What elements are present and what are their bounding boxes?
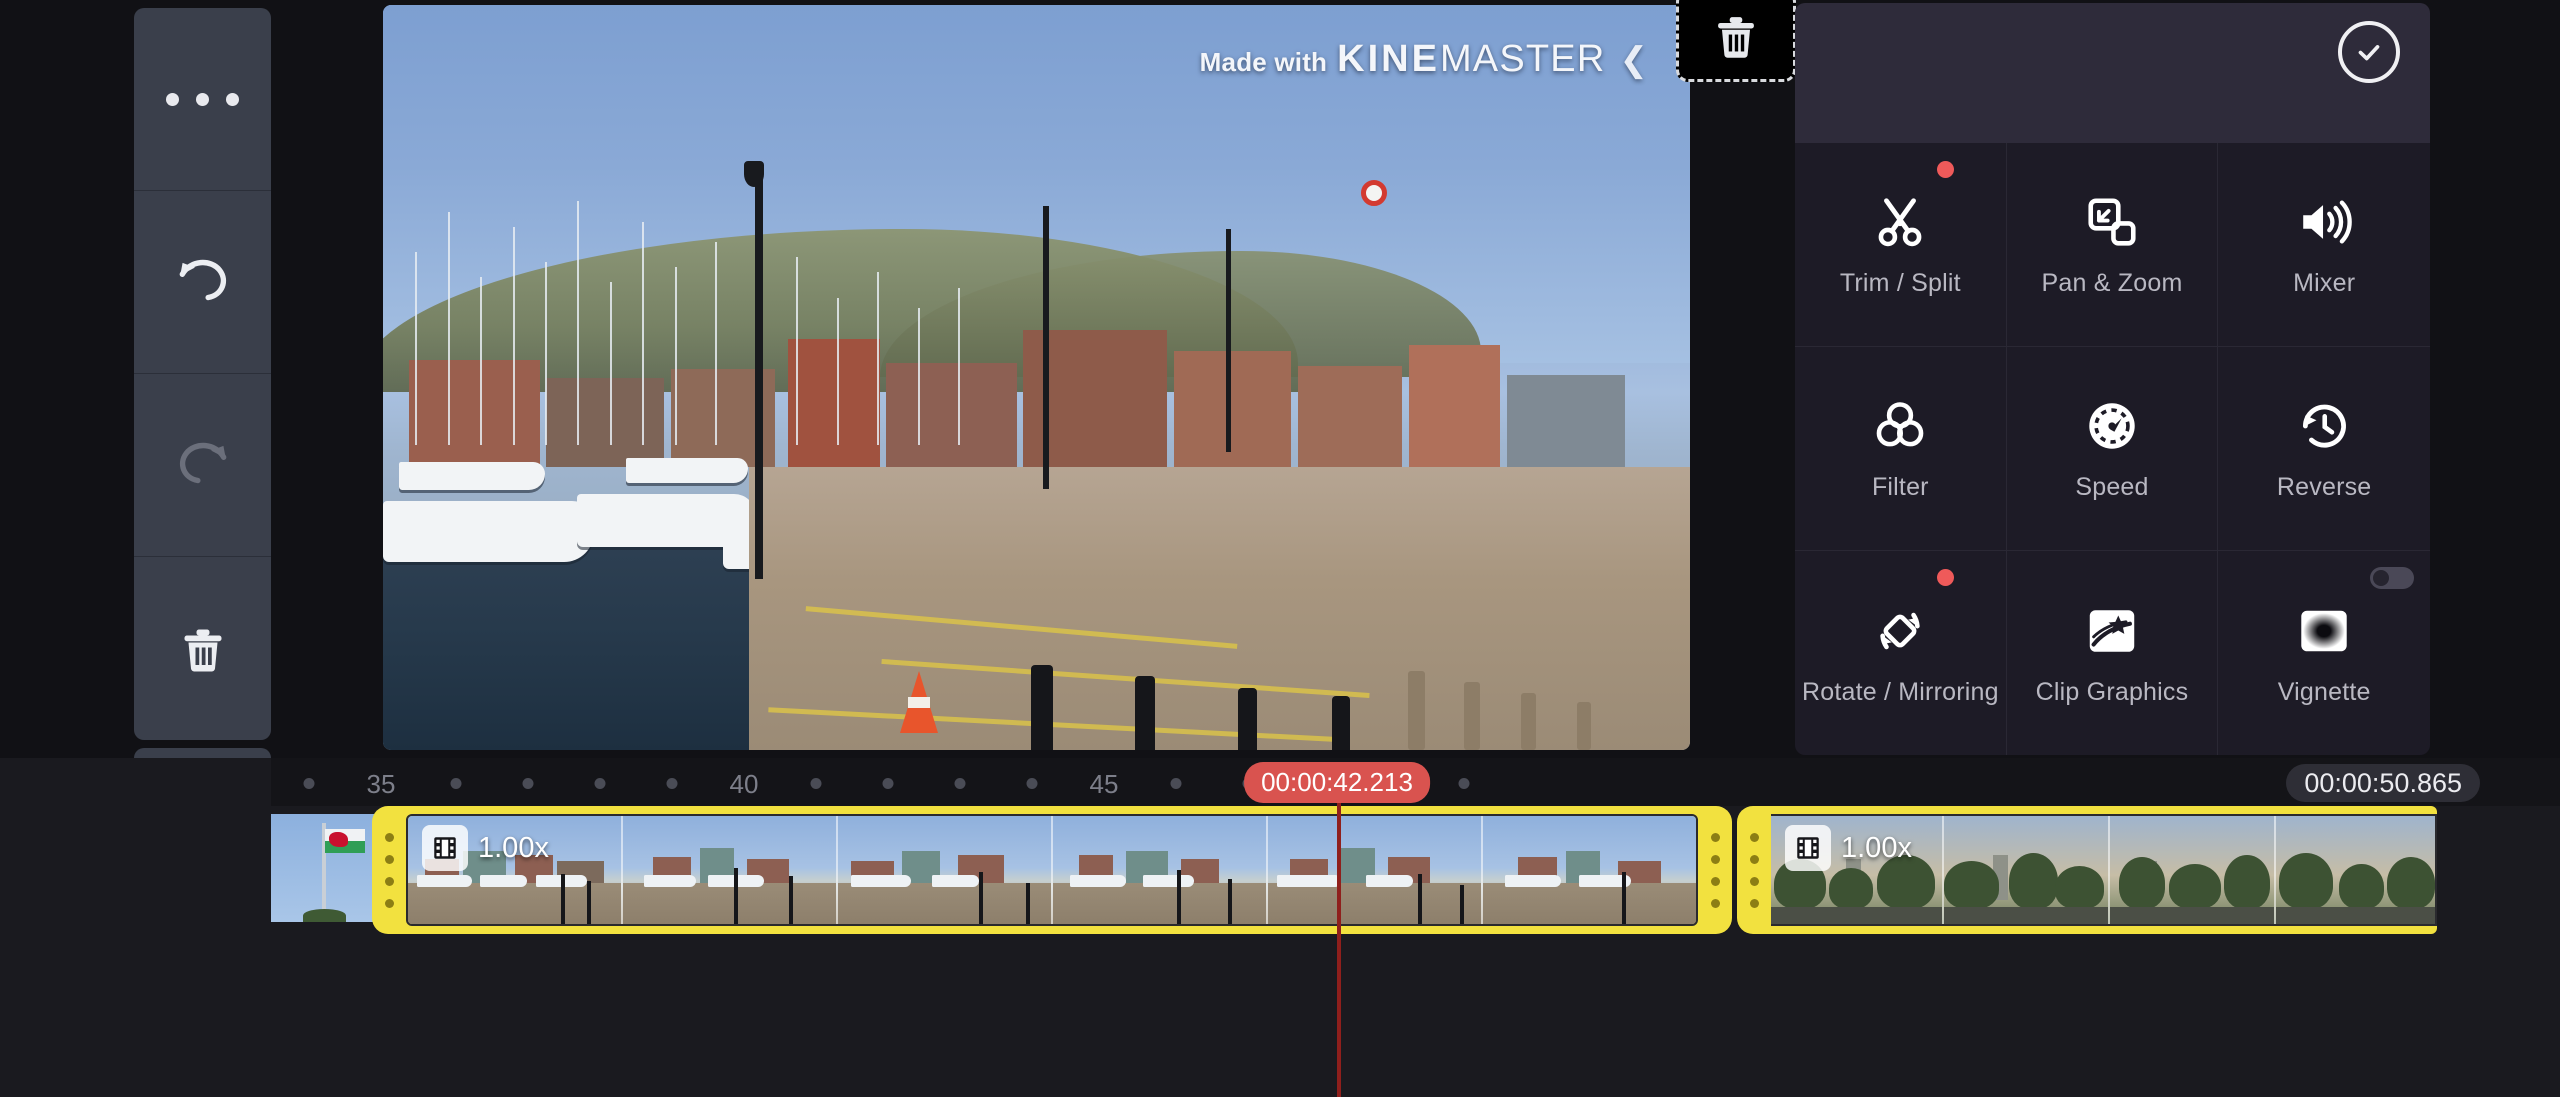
clip-graphics-icon bbox=[2081, 600, 2143, 662]
check-circle-icon bbox=[2358, 45, 2380, 61]
delete-dropzone[interactable] bbox=[1676, 0, 1796, 82]
tool-pan-zoom[interactable]: Pan & Zoom bbox=[2006, 143, 2219, 347]
preview-lamp-post-3 bbox=[1226, 228, 1231, 452]
speaker-icon bbox=[2293, 191, 2355, 253]
tool-label: Trim / Split bbox=[1839, 269, 1961, 297]
vignette-toggle[interactable] bbox=[2370, 567, 2414, 589]
pan-zoom-icon bbox=[2081, 191, 2143, 253]
film-strip-icon bbox=[1785, 825, 1831, 871]
rotate-mirror-icon bbox=[1869, 600, 1931, 662]
scissors-icon bbox=[1869, 191, 1931, 253]
tool-label: Speed bbox=[2075, 473, 2149, 501]
tool-label: Filter bbox=[1871, 473, 1929, 501]
tool-label: Vignette bbox=[2277, 677, 2371, 706]
panel-header bbox=[1795, 3, 2430, 143]
watermark-brand-light: MASTER bbox=[1439, 38, 1606, 80]
list-item[interactable] bbox=[271, 814, 378, 922]
preview-lamp-post-2 bbox=[1043, 206, 1050, 490]
speed-value: 1.00x bbox=[478, 831, 549, 864]
preview-lamp-head bbox=[743, 161, 764, 188]
clip-speed-badge: 1.00x bbox=[422, 825, 549, 871]
left-toolbar-group-primary bbox=[134, 8, 271, 740]
preview-quay-markings bbox=[749, 467, 1690, 750]
trash-icon bbox=[1718, 17, 1754, 58]
ruler-label: 35 bbox=[366, 769, 396, 799]
playhead-line[interactable] bbox=[1337, 802, 1341, 1097]
trim-handle-right[interactable] bbox=[1698, 814, 1732, 926]
speedometer-icon bbox=[2081, 395, 2143, 457]
ruler-label: 40 bbox=[729, 769, 759, 799]
preview-lamp-post bbox=[755, 176, 764, 579]
trim-handle-left[interactable] bbox=[372, 814, 406, 926]
more-options-button[interactable] bbox=[134, 8, 271, 191]
clip-thumbnail-strip: 1.00x bbox=[406, 814, 1698, 926]
tool-label: Reverse bbox=[2276, 473, 2372, 501]
trash-icon bbox=[184, 629, 221, 671]
clip-thumbnail bbox=[271, 814, 378, 922]
reverse-clock-icon bbox=[2293, 395, 2355, 457]
list-item[interactable]: 1.00x bbox=[1737, 806, 2437, 934]
watermark-brand-bold: KINE bbox=[1337, 38, 1440, 80]
kinemaster-watermark: Made with KINE MASTER ❮ bbox=[1200, 38, 1648, 81]
video-preview[interactable]: Made with KINE MASTER ❮ bbox=[383, 5, 1690, 750]
watermark-mark: ❮ bbox=[1619, 41, 1649, 79]
three-circles-icon bbox=[1869, 395, 1931, 457]
redo-button[interactable] bbox=[134, 374, 271, 557]
tool-grid: Trim / Split Pan & Zoom Mixer Filter Spe… bbox=[1795, 143, 2430, 755]
ellipsis-icon bbox=[166, 92, 239, 106]
film-strip-icon bbox=[422, 825, 468, 871]
tool-filter[interactable]: Filter bbox=[1795, 347, 2007, 551]
kinemaster-editor: Made with KINE MASTER ❮ Trim / Split Pan… bbox=[0, 0, 2560, 1097]
video-track: 1.00x 1.00x bbox=[0, 806, 2560, 936]
ruler-label: 45 bbox=[1089, 769, 1119, 799]
trim-handle-next-left[interactable] bbox=[1737, 814, 1771, 926]
tool-label: Pan & Zoom bbox=[2041, 269, 2183, 297]
undo-icon bbox=[179, 259, 226, 301]
tool-mixer[interactable]: Mixer bbox=[2218, 143, 2430, 347]
new-badge-dot bbox=[1936, 569, 1954, 586]
clip-speed-badge: 1.00x bbox=[1785, 825, 1912, 871]
tool-label: Clip Graphics bbox=[2035, 677, 2189, 706]
delete-clip-button[interactable] bbox=[134, 557, 271, 740]
clip-options-panel: Trim / Split Pan & Zoom Mixer Filter Spe… bbox=[1795, 3, 2430, 755]
tool-label: Mixer bbox=[2293, 269, 2356, 297]
confirm-button[interactable] bbox=[2338, 21, 2400, 83]
tool-reverse[interactable]: Reverse bbox=[2218, 347, 2430, 551]
tool-label: Rotate / Mirroring bbox=[1801, 677, 1999, 706]
preview-speed-sign bbox=[1360, 180, 1387, 207]
clip-thumbnail-strip: 1.00x bbox=[1771, 814, 2437, 926]
preview-sailboat-masts bbox=[383, 191, 1193, 445]
watermark-made-with: Made with bbox=[1199, 47, 1328, 77]
redo-icon bbox=[179, 442, 226, 484]
tool-speed[interactable]: Speed bbox=[2006, 347, 2219, 551]
vignette-icon bbox=[2293, 600, 2355, 662]
new-badge-dot bbox=[1936, 161, 1954, 178]
playhead-time-badge[interactable]: 00:00:42.213 bbox=[1244, 762, 1430, 803]
undo-button[interactable] bbox=[134, 191, 271, 374]
tool-clip-graphics[interactable]: Clip Graphics bbox=[2006, 551, 2219, 755]
tool-vignette[interactable]: Vignette bbox=[2218, 551, 2430, 755]
selected-clip[interactable]: 1.00x bbox=[372, 806, 1732, 934]
timeline[interactable]: 35 40 45 00:00:50.865 00:00:42.213 1.00x… bbox=[0, 758, 2560, 1097]
tool-trim-split[interactable]: Trim / Split bbox=[1795, 143, 2007, 347]
tool-rotate-mirroring[interactable]: Rotate / Mirroring bbox=[1795, 551, 2007, 755]
total-duration: 00:00:50.865 bbox=[2286, 764, 2480, 802]
preview-quay bbox=[748, 466, 1690, 750]
speed-value: 1.00x bbox=[1841, 831, 1912, 864]
